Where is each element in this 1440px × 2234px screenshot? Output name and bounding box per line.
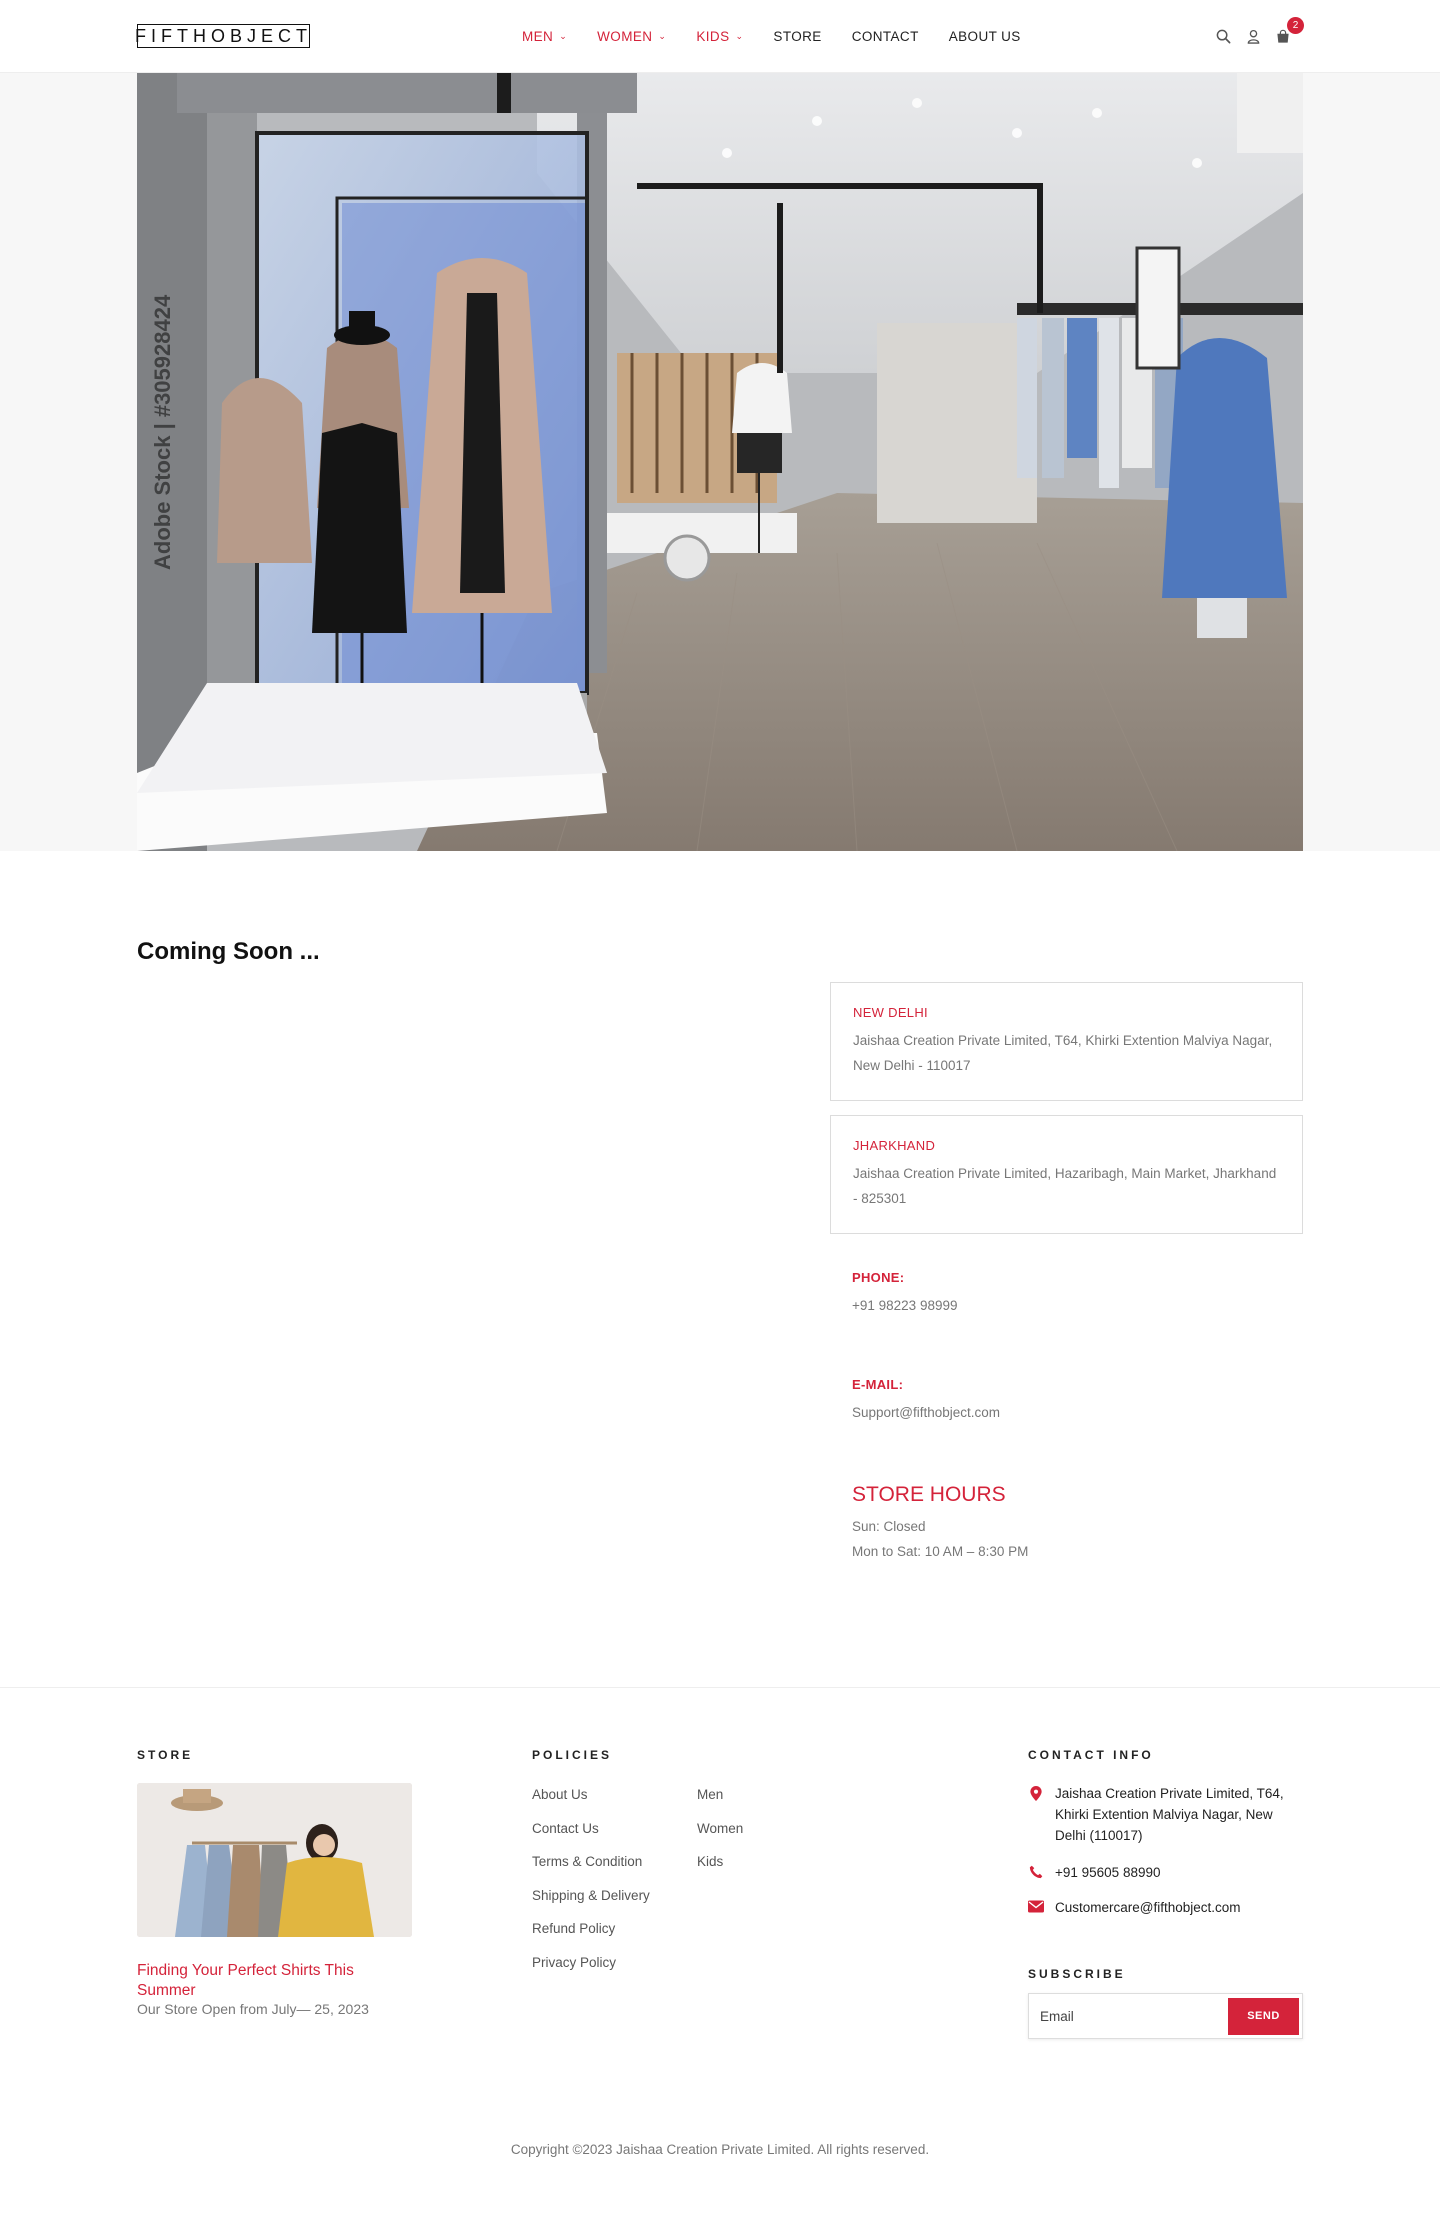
footer-post-date: Our Store Open from July— 25, 2023 <box>137 2001 369 2017</box>
category-link-kids[interactable]: Kids <box>697 1851 743 1885</box>
footer-store-heading: STORE <box>137 1748 194 1762</box>
user-icon[interactable] <box>1244 27 1262 45</box>
policy-link-contact-us[interactable]: Contact Us <box>532 1818 650 1852</box>
phone-label: PHONE: <box>852 1270 905 1285</box>
subscribe-form: SEND <box>1028 1993 1303 2039</box>
contact-phone[interactable]: +91 95605 88990 <box>1055 1862 1301 1883</box>
store-hours-title: STORE HOURS <box>852 1483 1006 1506</box>
nav-label: STORE <box>773 28 822 44</box>
cart-icon[interactable]: 2 <box>1274 17 1304 45</box>
nav-item-kids[interactable]: KIDS ⌄ <box>696 29 743 44</box>
contact-email[interactable]: Customercare@fifthobject.com <box>1055 1897 1301 1918</box>
nav-label: ABOUT US <box>948 28 1021 44</box>
email-label: E-MAIL: <box>852 1377 904 1392</box>
location-card-new-delhi: NEW DELHI Jaishaa Creation Private Limit… <box>830 982 1303 1101</box>
hours-line: Sun: Closed <box>852 1519 926 1534</box>
store-hours-block: STORE HOURS Sun: Closed Mon to Sat: 10 A… <box>852 1483 1292 1564</box>
category-link-women[interactable]: Women <box>697 1818 743 1852</box>
site-logo[interactable]: FIFTHOBJECT <box>135 24 310 48</box>
nav-label: MEN <box>522 28 554 44</box>
footer-contact-heading: CONTACT INFO <box>1028 1748 1154 1762</box>
footer-post-image[interactable] <box>137 1783 412 1937</box>
location-address: Jaishaa Creation Private Limited, T64, K… <box>853 1033 1273 1073</box>
policy-links: About Us Contact Us Terms & Condition Sh… <box>532 1784 650 1985</box>
main-nav: MEN ⌄ WOMEN ⌄ KIDS ⌄ STORE CONTACT ABOUT… <box>522 26 1021 46</box>
location-card-jharkhand: JHARKHAND Jaishaa Creation Private Limit… <box>830 1115 1303 1234</box>
policy-link-refund[interactable]: Refund Policy <box>532 1918 650 1952</box>
policy-link-privacy[interactable]: Privacy Policy <box>532 1952 650 1986</box>
footer-post-title[interactable]: Finding Your Perfect Shirts This Summer <box>137 1961 412 2001</box>
policy-link-terms[interactable]: Terms & Condition <box>532 1851 650 1885</box>
nav-label: CONTACT <box>851 28 919 44</box>
subscribe-email-input[interactable] <box>1029 1994 1228 2038</box>
site-header: FIFTHOBJECT MEN ⌄ WOMEN ⌄ KIDS ⌄ STORE C… <box>0 0 1440 73</box>
category-links: Men Women Kids <box>697 1784 743 1885</box>
footer-policies-heading: POLICIES <box>532 1748 613 1762</box>
nav-item-about-us[interactable]: ABOUT US <box>949 29 1021 44</box>
cart-count-badge: 2 <box>1287 17 1304 34</box>
nav-item-store[interactable]: STORE <box>773 29 821 44</box>
phone-icon <box>1028 1862 1044 1883</box>
envelope-icon <box>1028 1897 1044 1918</box>
footer-divider <box>0 1687 1440 1688</box>
location-pin-icon <box>1028 1783 1044 1846</box>
nav-label: KIDS <box>696 28 730 44</box>
location-title: NEW DELHI <box>853 1005 928 1020</box>
footer-subscribe-heading: SUBSCRIBE <box>1028 1967 1126 1981</box>
hours-line: Mon to Sat: 10 AM – 8:30 PM <box>852 1544 1029 1559</box>
location-title: JHARKHAND <box>853 1138 936 1153</box>
header-actions: 2 <box>1214 17 1304 48</box>
nav-item-contact[interactable]: CONTACT <box>852 29 919 44</box>
contact-email-row: Customercare@fifthobject.com <box>1028 1897 1301 1918</box>
policy-link-shipping[interactable]: Shipping & Delivery <box>532 1885 650 1919</box>
category-link-men[interactable]: Men <box>697 1784 743 1818</box>
phone-block: PHONE: +91 98223 98999 <box>852 1270 1292 1318</box>
chevron-down-icon: ⌄ <box>559 30 568 41</box>
email-value[interactable]: Support@fifthobject.com <box>852 1400 1292 1425</box>
copyright-text: Copyright ©2023 Jaishaa Creation Private… <box>510 2142 930 2157</box>
nav-label: WOMEN <box>597 28 653 44</box>
location-address: Jaishaa Creation Private Limited, Hazari… <box>853 1166 1277 1206</box>
email-block: E-MAIL: Support@fifthobject.com <box>852 1377 1292 1425</box>
chevron-down-icon: ⌄ <box>658 30 667 41</box>
contact-address: Jaishaa Creation Private Limited, T64, K… <box>1055 1786 1284 1843</box>
nav-item-women[interactable]: WOMEN ⌄ <box>597 29 666 44</box>
hero-store-image <box>137 73 1303 851</box>
chevron-down-icon: ⌄ <box>735 30 744 41</box>
contact-phone-row: +91 95605 88990 <box>1028 1862 1301 1883</box>
contact-address-row: Jaishaa Creation Private Limited, T64, K… <box>1028 1783 1301 1846</box>
nav-item-men[interactable]: MEN ⌄ <box>522 29 567 44</box>
policy-link-about-us[interactable]: About Us <box>532 1784 650 1818</box>
subscribe-send-button[interactable]: SEND <box>1228 1997 1299 2035</box>
hero-watermark: Adobe Stock | #305928424 <box>150 294 175 570</box>
page-title: Coming Soon ... <box>137 938 320 965</box>
search-icon[interactable] <box>1214 27 1232 45</box>
phone-value[interactable]: +91 98223 98999 <box>852 1293 1292 1318</box>
